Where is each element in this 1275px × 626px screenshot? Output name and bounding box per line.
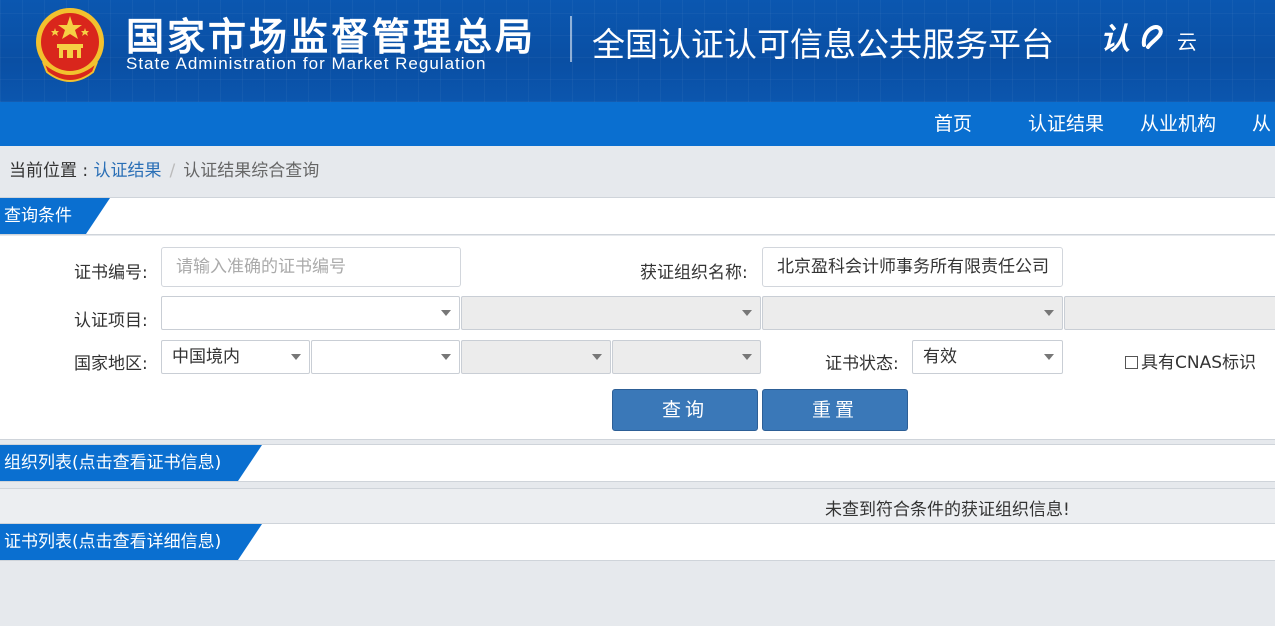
logo-main: 认 xyxy=(1100,22,1130,57)
cert-no-label: 证书编号: xyxy=(74,263,148,283)
region-select-3[interactable] xyxy=(461,340,611,374)
region-label: 国家地区: xyxy=(74,354,148,374)
chevron-down-icon xyxy=(592,354,602,360)
cnas-label: 具有CNAS标识 xyxy=(1141,353,1257,373)
status-select[interactable]: 有效 xyxy=(912,340,1063,374)
main-nav: 首页 认证结果 从业机构 从 xyxy=(0,102,1275,146)
platform-title: 全国认证认可信息公共服务平台 xyxy=(592,25,1054,64)
cert-item-select-2[interactable] xyxy=(461,296,761,330)
org-name-en: State Administration for Market Regulati… xyxy=(126,54,487,73)
cert-list-section-header: 证书列表(点击查看详细信息) xyxy=(0,523,1275,561)
chevron-down-icon xyxy=(742,354,752,360)
nav-item-practitioners[interactable]: 从 xyxy=(1252,102,1271,146)
breadcrumb-separator: / xyxy=(169,161,176,181)
cert-item-select-4[interactable] xyxy=(1064,296,1275,330)
reset-button[interactable]: 重置 xyxy=(762,389,908,431)
empty-message: 未查到符合条件的获证组织信息! xyxy=(825,500,1070,520)
national-emblem-icon xyxy=(36,8,104,82)
nav-item-institutions[interactable]: 从业机构 xyxy=(1140,102,1216,146)
cert-item-label: 认证项目: xyxy=(74,311,148,331)
region-select-4[interactable] xyxy=(612,340,761,374)
renyun-logo: 认 云 xyxy=(1100,14,1197,58)
breadcrumb-current: 认证结果综合查询 xyxy=(183,161,320,181)
org-name-cn: 国家市场监督管理总局 xyxy=(126,15,537,59)
cert-item-select-1[interactable] xyxy=(161,296,460,330)
chevron-down-icon xyxy=(742,310,752,316)
cert-no-input[interactable]: 请输入准确的证书编号 xyxy=(161,247,461,287)
region-value: 中国境内 xyxy=(172,347,240,367)
breadcrumb-link-cert-results[interactable]: 认证结果 xyxy=(94,161,162,181)
query-form: 证书编号: 请输入准确的证书编号 获证组织名称: 北京盈科会计师事务所有限责任公… xyxy=(0,236,1275,440)
org-name-label: 获证组织名称: xyxy=(640,263,748,283)
status-value: 有效 xyxy=(923,347,957,367)
chevron-down-icon xyxy=(291,354,301,360)
org-list-empty-row: 未查到符合条件的获证组织信息! xyxy=(0,488,1275,524)
query-section-title-text: 查询条件 xyxy=(4,206,72,226)
chevron-down-icon xyxy=(441,354,451,360)
chevron-down-icon xyxy=(1044,310,1054,316)
header-divider xyxy=(570,16,572,62)
cnas-checkbox[interactable] xyxy=(1125,356,1138,369)
org-name-input[interactable]: 北京盈科会计师事务所有限责任公司 xyxy=(762,247,1063,287)
chevron-down-icon xyxy=(441,310,451,316)
logo-sub: 云 xyxy=(1176,30,1197,54)
region-select-1[interactable]: 中国境内 xyxy=(161,340,310,374)
search-button[interactable]: 查询 xyxy=(612,389,758,431)
breadcrumb-prefix: 当前位置 : xyxy=(9,161,94,181)
org-list-section-title-text: 组织列表(点击查看证书信息) xyxy=(4,453,222,473)
cnas-checkbox-wrap[interactable]: 具有CNAS标识 xyxy=(1125,348,1256,373)
site-header: 国家市场监督管理总局 State Administration for Mark… xyxy=(0,0,1275,102)
org-list-section-title: 组织列表(点击查看证书信息) xyxy=(0,445,262,481)
chevron-down-icon xyxy=(1044,354,1054,360)
status-label: 证书状态: xyxy=(825,354,899,374)
logo-swirl-icon xyxy=(1142,25,1164,49)
query-section-title: 查询条件 xyxy=(0,198,110,234)
cert-item-select-3[interactable] xyxy=(762,296,1063,330)
nav-item-cert-results[interactable]: 认证结果 xyxy=(1028,102,1104,146)
nav-item-home[interactable]: 首页 xyxy=(934,102,972,146)
org-list-section-header: 组织列表(点击查看证书信息) xyxy=(0,444,1275,482)
query-section-header: 查询条件 xyxy=(0,197,1275,235)
cert-list-section-title-text: 证书列表(点击查看详细信息) xyxy=(4,532,222,552)
cert-list-section-title: 证书列表(点击查看详细信息) xyxy=(0,524,262,560)
breadcrumb: 当前位置 : 认证结果 / 认证结果综合查询 xyxy=(9,156,319,181)
region-select-2[interactable] xyxy=(311,340,460,374)
